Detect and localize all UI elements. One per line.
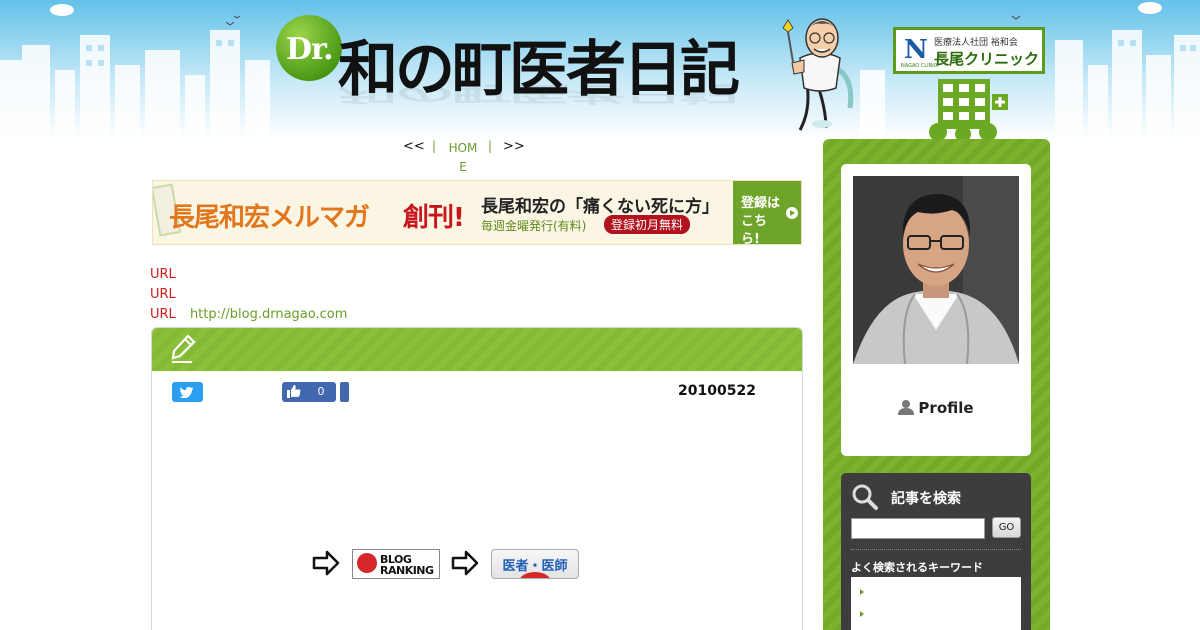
banner-schedule: 毎週金曜発行(有料)	[481, 219, 587, 233]
blog-ranking-badge[interactable]: BLOG RANKING	[352, 549, 440, 579]
banner-free-badge: 登録初月無料	[604, 215, 691, 234]
twitter-bird-icon	[180, 386, 193, 398]
arrow-right-icon	[312, 550, 340, 576]
bullet-icon	[860, 589, 864, 595]
clinic-building-icon	[929, 79, 1008, 142]
banner-title-launch: 創刊!	[403, 203, 465, 233]
url-label: URL	[150, 287, 176, 302]
doctor-illustration-icon	[782, 18, 854, 131]
sidebar: Profile 記事を検索 GO よく検索されるキーワード	[823, 139, 1050, 630]
user-icon	[898, 400, 915, 415]
clinic-logo-label: NAGAO CLINIC	[901, 63, 938, 69]
page-navigation: << | HOME | >>	[400, 138, 530, 176]
search-panel: 記事を検索 GO よく検索されるキーワード	[841, 473, 1031, 630]
clinic-subtitle: 医療法人社団 裕和会	[934, 38, 1018, 48]
url-label: URL	[150, 307, 176, 322]
url-label: URL	[150, 267, 176, 282]
thumbs-up-icon	[287, 385, 301, 398]
divider	[851, 549, 1021, 550]
blog-url-link[interactable]: http://blog.drnagao.com	[190, 307, 347, 322]
share-button-edge[interactable]	[340, 382, 349, 402]
newsletter-banner[interactable]: 長尾和宏メルマガ 創刊! 長尾和宏の「痛くない死に方」 毎週金曜発行(有料) 登…	[152, 180, 802, 245]
url-line: URL	[150, 267, 176, 282]
search-title: 記事を検索	[891, 491, 961, 507]
clinic-name: 長尾クリニック	[934, 50, 1040, 68]
article-date: 20100522	[678, 383, 756, 399]
banner-book-title: 長尾和宏の「痛くない死に方」	[481, 197, 719, 217]
clinic-logo-mark: N	[904, 35, 928, 65]
search-go-button[interactable]: GO	[992, 517, 1021, 538]
arrow-right-icon	[786, 207, 798, 219]
magnifier-icon	[852, 484, 878, 510]
banner-register-button[interactable]: 登録はこちら!	[733, 181, 801, 245]
article-card: 0 20100522 BLOG RANKING 医者・医師	[151, 327, 803, 630]
url-line: URL http://blog.drnagao.com	[150, 307, 347, 322]
profile-heading-label: Profile	[918, 399, 974, 417]
facebook-like-button[interactable]: 0	[282, 382, 336, 402]
banner-title: 長尾和宏メルマガ	[169, 203, 370, 233]
like-count: 0	[317, 385, 325, 398]
nav-separator: |	[432, 139, 437, 153]
ranking-logo-icon	[357, 553, 377, 573]
next-link[interactable]: >>	[503, 139, 525, 154]
keywords-title: よく検索されるキーワード	[851, 561, 983, 574]
url-line: URL	[150, 287, 176, 302]
arrow-right-icon	[451, 550, 479, 576]
article-header-bar	[152, 328, 802, 371]
nav-separator: |	[488, 139, 493, 153]
home-link[interactable]: HOME	[448, 139, 478, 177]
keywords-list	[851, 577, 1021, 630]
search-input[interactable]	[851, 518, 985, 539]
profile-heading[interactable]: Profile	[841, 399, 1031, 417]
bullet-icon	[860, 611, 864, 617]
ranking-badge-line2: RANKING	[380, 564, 434, 577]
profile-photo[interactable]	[853, 176, 1019, 364]
clinic-sign[interactable]: N NAGAO CLINIC 医療法人社団 裕和会 長尾クリニック	[893, 27, 1045, 74]
tweet-button[interactable]	[172, 382, 203, 402]
doctor-category-badge[interactable]: 医者・医師	[491, 549, 579, 579]
pencil-icon	[171, 334, 196, 363]
banner-register-label: 登録はこちら!	[741, 196, 781, 245]
prev-link[interactable]: <<	[403, 139, 425, 154]
logo-reflection: 和の町医者日記	[338, 81, 737, 106]
profile-card: Profile	[841, 164, 1031, 456]
logo-dr-text: Dr.	[286, 32, 334, 67]
